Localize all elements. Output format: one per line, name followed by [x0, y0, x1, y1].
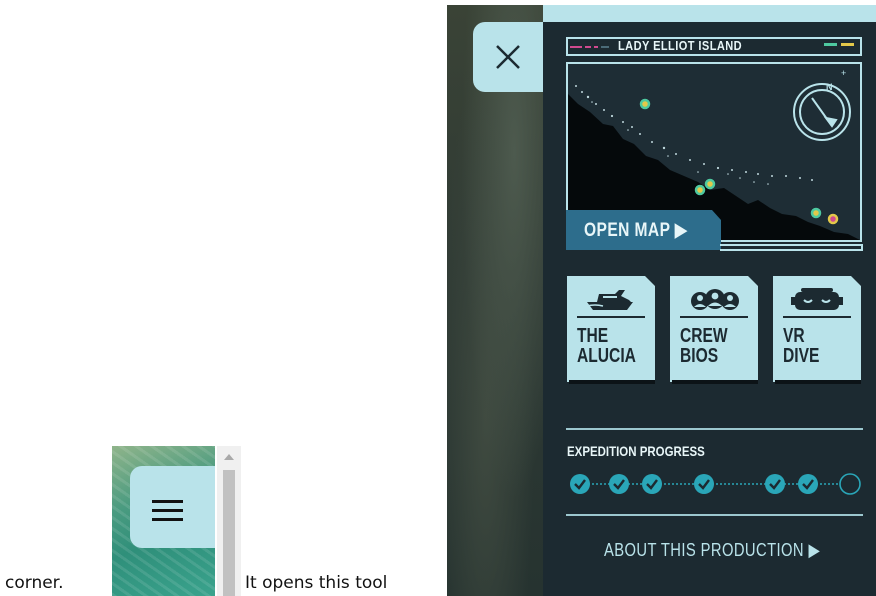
hamburger-thumbnail [112, 446, 215, 596]
map-legend-marks [570, 46, 609, 48]
hamburger-menu-icon [152, 500, 183, 521]
tile-line2: BIOS [680, 345, 719, 367]
tile-line2: DIVE [783, 345, 820, 367]
svg-text:N: N [826, 82, 833, 92]
tile-shadow [569, 380, 655, 384]
expedition-progress-label: EXPEDITION PROGRESS [567, 443, 705, 459]
tile-rule [783, 316, 851, 318]
divider-bottom [566, 514, 863, 516]
divider-top [566, 428, 863, 430]
tile-shadow [672, 380, 758, 384]
tile-rule [680, 316, 748, 318]
scrollbar[interactable] [217, 446, 241, 596]
progress-step-complete [570, 474, 590, 494]
panel-top-strip [543, 5, 876, 22]
progress-step-complete [642, 474, 662, 494]
progress-step-pending [839, 473, 861, 495]
open-map-label: OPEN MAP ▶ [584, 220, 688, 241]
crew-icon [691, 289, 739, 310]
progress-step-complete [798, 474, 818, 494]
map-status-marks [824, 43, 854, 46]
ship-icon [586, 290, 633, 310]
svg-text:+: + [841, 68, 846, 78]
scrollbar-thumb[interactable] [223, 470, 235, 596]
tile-line1: CREW [680, 325, 728, 347]
map-title-bar: LADY ELLIOT ISLAND [566, 37, 862, 56]
about-this-production-link[interactable]: ABOUT THIS PRODUCTION ▶ [604, 540, 820, 561]
close-icon [496, 45, 520, 69]
tile-the-alucia[interactable]: THE ALUCIA [567, 276, 655, 382]
expedition-progress-track [570, 473, 861, 495]
background-photo [447, 5, 543, 596]
tile-vr-dive[interactable]: VR DIVE [773, 276, 861, 382]
doc-text-after: It opens this tool [245, 573, 388, 593]
doc-text-before: corner. [5, 573, 64, 593]
compass-icon: N + [793, 68, 851, 141]
scroll-up-arrow-icon[interactable] [224, 454, 234, 460]
tile-shadow [775, 380, 861, 384]
map-title: LADY ELLIOT ISLAND [618, 38, 743, 53]
progress-step-complete [609, 474, 629, 494]
progress-step-complete [765, 474, 785, 494]
tile-rule [577, 316, 645, 318]
tile-line1: THE [577, 325, 609, 347]
progress-step-complete [694, 474, 714, 494]
open-map-button[interactable]: OPEN MAP ▶ [566, 210, 721, 250]
map-bottom-rule [720, 244, 863, 251]
tile-line1: VR [783, 325, 805, 347]
tile-line2: ALUCIA [577, 345, 636, 367]
vr-headset-icon [791, 288, 843, 310]
tile-crew-bios[interactable]: CREW BIOS [670, 276, 758, 382]
close-button[interactable] [473, 22, 543, 92]
